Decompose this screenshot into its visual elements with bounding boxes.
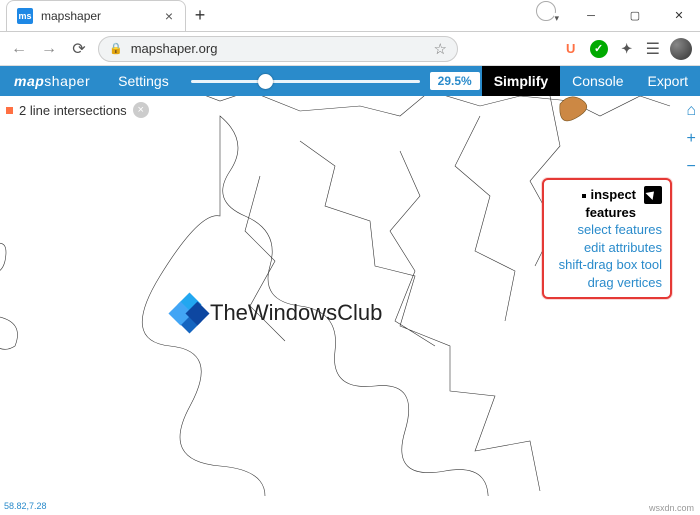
console-button[interactable]: Console bbox=[560, 73, 635, 89]
window-titlebar: ms mapshaper × + ─ ▢ ✕ bbox=[0, 0, 700, 32]
tool-box-select[interactable]: shift-drag box tool bbox=[554, 256, 662, 274]
watermark-logo: TheWindowsClub bbox=[172, 296, 382, 330]
home-extent-button[interactable]: ⌂ bbox=[686, 102, 696, 120]
close-window-button[interactable]: ✕ bbox=[658, 1, 700, 31]
address-bar: ← → ⟳ 🔒 mapshaper.org ☆ U ✓ ✦ ☰ bbox=[0, 32, 700, 66]
settings-button[interactable]: Settings bbox=[104, 73, 183, 89]
maximize-button[interactable]: ▢ bbox=[614, 1, 656, 31]
extensions-area: U ✓ ✦ ☰ bbox=[562, 38, 692, 60]
slider-track bbox=[191, 80, 420, 83]
cursor-icon bbox=[644, 186, 662, 204]
tool-edit-attributes[interactable]: edit attributes bbox=[554, 239, 662, 257]
extensions-puzzle-icon[interactable]: ✦ bbox=[618, 40, 636, 58]
profile-avatar[interactable] bbox=[670, 38, 692, 60]
url-text: mapshaper.org bbox=[131, 41, 218, 56]
window-controls: ─ ▢ ✕ bbox=[528, 1, 700, 31]
export-button[interactable]: Export bbox=[636, 73, 700, 89]
twc-logo-icon bbox=[172, 296, 206, 330]
minimize-button[interactable]: ─ bbox=[570, 1, 612, 31]
simplify-slider[interactable] bbox=[183, 80, 428, 83]
warning-text: 2 line intersections bbox=[19, 103, 127, 118]
brand-text: TheWindowsClub bbox=[210, 300, 382, 326]
tab-title: mapshaper bbox=[41, 9, 101, 23]
app-logo[interactable]: mapshaper bbox=[0, 73, 104, 89]
account-chevron-icon[interactable] bbox=[536, 1, 556, 21]
app-toolbar: mapshaper Settings 29.5% Simplify Consol… bbox=[0, 66, 700, 96]
percentage-display[interactable]: 29.5% bbox=[430, 72, 480, 90]
extension-check-icon[interactable]: ✓ bbox=[590, 40, 608, 58]
tool-drag-vertices[interactable]: drag vertices bbox=[554, 274, 662, 292]
warning-dot-icon bbox=[6, 107, 13, 114]
source-watermark: wsxdn.com bbox=[649, 503, 694, 513]
simplify-button[interactable]: Simplify bbox=[482, 66, 560, 96]
map-side-controls: ⌂ + − bbox=[686, 102, 696, 176]
inspect-tooltip: inspect features select features edit at… bbox=[542, 178, 672, 299]
intersections-warning: 2 line intersections × bbox=[6, 102, 149, 118]
map-canvas[interactable]: 2 line intersections × ⌂ + − inspect fea… bbox=[0, 96, 700, 501]
browser-tab[interactable]: ms mapshaper × bbox=[6, 0, 186, 31]
dismiss-warning-button[interactable]: × bbox=[133, 102, 149, 118]
new-tab-button[interactable]: + bbox=[186, 5, 214, 26]
zoom-in-button[interactable]: + bbox=[686, 130, 695, 148]
lock-icon: 🔒 bbox=[109, 42, 123, 55]
back-button[interactable]: ← bbox=[8, 40, 30, 58]
tool-select-features[interactable]: select features bbox=[554, 221, 662, 239]
favicon-icon: ms bbox=[17, 8, 33, 24]
zoom-out-button[interactable]: − bbox=[686, 158, 695, 176]
url-input[interactable]: 🔒 mapshaper.org ☆ bbox=[98, 36, 458, 62]
reload-button[interactable]: ⟳ bbox=[68, 39, 90, 59]
forward-button[interactable]: → bbox=[38, 40, 60, 58]
slider-thumb[interactable] bbox=[258, 74, 273, 89]
extension-u-icon[interactable]: U bbox=[562, 40, 580, 58]
reading-list-icon[interactable]: ☰ bbox=[646, 39, 660, 59]
close-tab-icon[interactable]: × bbox=[165, 8, 173, 24]
coordinates-display: 58.82,7.28 bbox=[0, 501, 700, 515]
bookmark-star-icon[interactable]: ☆ bbox=[434, 40, 447, 58]
